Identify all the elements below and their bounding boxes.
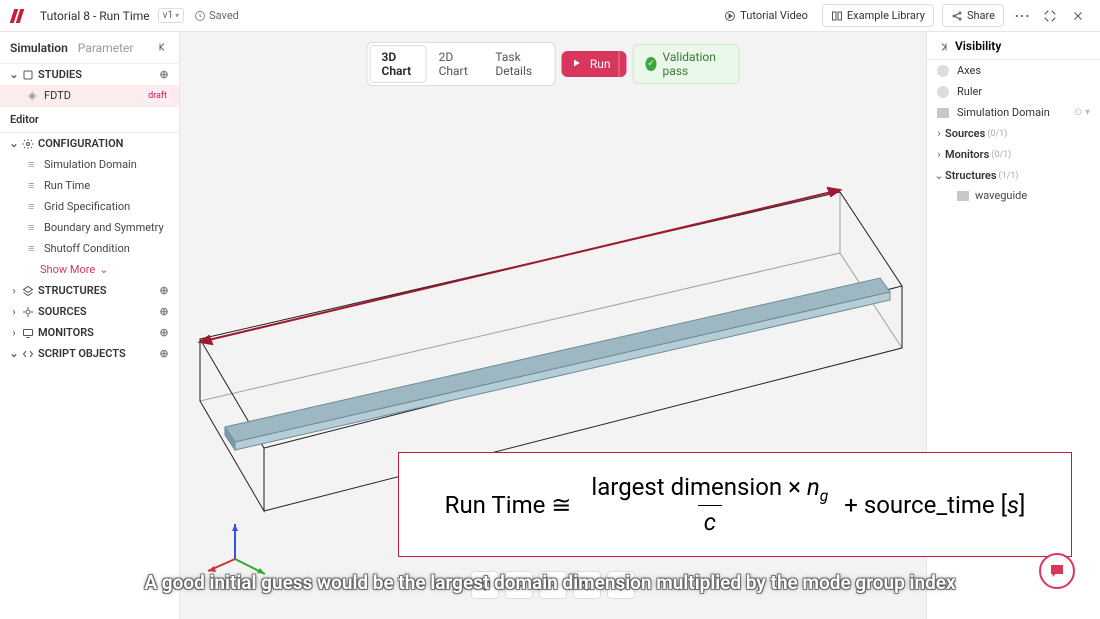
- zoom-out-button[interactable]: −: [539, 571, 567, 599]
- tutorial-video-link[interactable]: Tutorial Video: [718, 5, 814, 26]
- visibility-axes[interactable]: Axes: [927, 60, 1100, 81]
- chevron-right-icon: ›: [8, 305, 20, 318]
- axis-gizmo[interactable]: [200, 519, 270, 579]
- list-icon: ≡: [28, 242, 42, 255]
- studies-icon: [20, 69, 36, 81]
- list-icon: ≡: [28, 221, 42, 234]
- help-button[interactable]: ?: [607, 571, 635, 599]
- layer-icon: [957, 191, 969, 201]
- config-grid-specification[interactable]: ≡Grid Specification: [0, 196, 179, 217]
- script-icon: [20, 348, 36, 360]
- question-icon: ?: [617, 576, 625, 595]
- toggle-icon: [937, 86, 949, 98]
- section-studies[interactable]: ⌄ STUDIES ⊕: [0, 64, 179, 85]
- visibility-sources[interactable]: ›Sources(0/1): [927, 123, 1100, 144]
- clock-icon: [194, 10, 206, 22]
- visibility-monitors[interactable]: ›Monitors(0/1): [927, 144, 1100, 165]
- chevron-right-icon: ›: [933, 148, 945, 161]
- refresh-icon: [580, 578, 594, 592]
- chevron-down-icon: ⌄: [933, 169, 945, 182]
- chevron-down-icon: ⌄: [8, 137, 20, 150]
- visibility-ruler[interactable]: Ruler: [927, 81, 1100, 102]
- monitors-icon: [20, 327, 36, 339]
- feedback-button[interactable]: [1039, 553, 1075, 589]
- sidebar-collapse-button[interactable]: [157, 38, 169, 57]
- collapse-icon: [1043, 9, 1057, 23]
- chevron-right-icon: ›: [8, 326, 20, 339]
- sources-icon: [20, 306, 36, 318]
- version-selector[interactable]: v1▾: [158, 8, 184, 23]
- layer-icon: [937, 108, 949, 118]
- toggle-icon: [937, 65, 949, 77]
- section-monitors[interactable]: › MONITORS ⊕: [0, 322, 179, 343]
- chevron-right-icon: ›: [933, 127, 945, 140]
- chat-icon: [1048, 562, 1066, 580]
- document-title: Tutorial 8 - Run Time: [40, 9, 150, 23]
- chevron-right-icon: ›: [8, 284, 20, 297]
- draft-badge: draft: [144, 91, 171, 101]
- collapse-right-icon: [937, 41, 949, 53]
- add-source-button[interactable]: ⊕: [157, 305, 171, 318]
- structures-icon: [20, 285, 36, 297]
- config-run-time[interactable]: ≡Run Time: [0, 175, 179, 196]
- minus-icon: −: [548, 576, 557, 595]
- play-circle-icon: [724, 10, 736, 22]
- close-icon: [1072, 10, 1084, 22]
- list-icon: ≡: [28, 158, 42, 171]
- gear-icon: [20, 138, 36, 150]
- editor-heading: Editor: [0, 106, 179, 133]
- add-study-button[interactable]: ⊕: [157, 68, 171, 81]
- chevron-down-icon: ▾: [175, 11, 179, 20]
- section-configuration[interactable]: ⌄ CONFIGURATION: [0, 133, 179, 154]
- close-button[interactable]: [1068, 6, 1088, 26]
- zoom-in-button[interactable]: +: [505, 571, 533, 599]
- library-icon: [831, 10, 843, 22]
- section-sources[interactable]: › SOURCES ⊕: [0, 301, 179, 322]
- share-button[interactable]: Share: [942, 4, 1004, 27]
- share-icon: [951, 10, 963, 22]
- chevron-down-icon: ⌄: [99, 263, 108, 276]
- more-options-button[interactable]: ⋯: [1012, 6, 1032, 26]
- cube-icon: [478, 578, 492, 592]
- app-logo: [12, 9, 32, 23]
- config-shutoff-condition[interactable]: ≡Shutoff Condition: [0, 238, 179, 259]
- sidebar-expand-button[interactable]: [937, 38, 949, 53]
- config-boundary-symmetry[interactable]: ≡Boundary and Symmetry: [0, 217, 179, 238]
- section-structures[interactable]: › STRUCTURES ⊕: [0, 280, 179, 301]
- section-script-objects[interactable]: ⌄ SCRIPT OBJECTS ⊕: [0, 343, 179, 364]
- show-more-link[interactable]: Show More⌄: [0, 259, 179, 280]
- collapse-left-icon: [157, 41, 169, 53]
- add-monitor-button[interactable]: ⊕: [157, 326, 171, 339]
- fullscreen-toggle-button[interactable]: [1040, 6, 1060, 26]
- add-script-button[interactable]: ⊕: [157, 347, 171, 360]
- save-status: Saved: [194, 9, 239, 22]
- example-library-button[interactable]: Example Library: [822, 4, 934, 27]
- list-icon: ≡: [28, 200, 42, 213]
- settings-icon[interactable]: ⊙ ▾: [1074, 107, 1090, 118]
- chevron-down-icon: ⌄: [8, 347, 20, 360]
- reset-view-button[interactable]: [573, 571, 601, 599]
- add-structure-button[interactable]: ⊕: [157, 284, 171, 297]
- visibility-heading: Visibility: [955, 39, 1001, 53]
- view-cube-button[interactable]: [471, 571, 499, 599]
- visibility-structures[interactable]: ⌄Structures(1/1): [927, 165, 1100, 186]
- list-icon: ≡: [28, 179, 42, 192]
- config-simulation-domain[interactable]: ≡Simulation Domain: [0, 154, 179, 175]
- plus-icon: +: [514, 576, 523, 595]
- visibility-simulation-domain[interactable]: Simulation Domain⊙ ▾: [927, 102, 1100, 123]
- visibility-waveguide[interactable]: waveguide: [927, 186, 1100, 205]
- formula-overlay: Run Time ≅ largest dimension × ng c + so…: [398, 452, 1072, 557]
- chevron-down-icon: ⌄: [8, 68, 20, 81]
- node-icon: ◈: [28, 89, 42, 102]
- tab-parameter[interactable]: Parameter: [78, 41, 134, 55]
- tab-simulation[interactable]: Simulation: [10, 41, 68, 55]
- study-fdtd[interactable]: ◈ FDTD draft: [0, 85, 179, 106]
